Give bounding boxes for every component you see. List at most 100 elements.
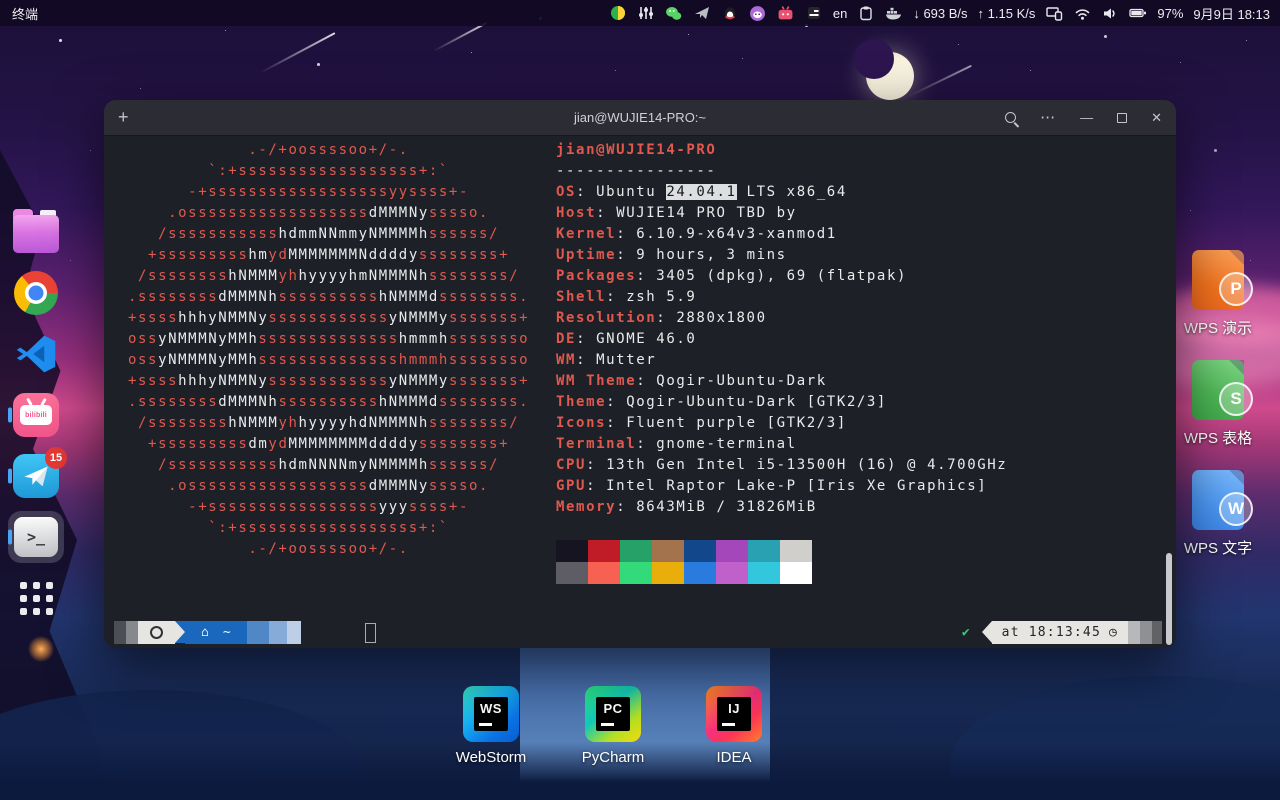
clock-icon: ◷ <box>1109 625 1118 640</box>
wps-spreadsheet-letter: S <box>1219 382 1253 416</box>
palette-swatch <box>620 562 652 584</box>
desktop-icon-label: IDEA <box>716 749 751 766</box>
maximize-button[interactable] <box>1117 113 1127 123</box>
telegram-tray-icon[interactable] <box>693 4 711 22</box>
bilibili-tray-icon[interactable] <box>777 4 795 22</box>
webstorm-icon: WS <box>463 686 519 742</box>
running-indicator <box>8 469 12 484</box>
qq-icon[interactable] <box>721 4 739 22</box>
net-up-speed: ↑ 1.15 K/s <box>978 6 1036 21</box>
color-palette <box>556 540 812 584</box>
desktop-icon-label: WPS 表格 <box>1184 427 1252 448</box>
desktop-icon-wps-presentation[interactable]: P WPS 演示 <box>1170 250 1266 338</box>
wps-presentation-icon: P <box>1192 250 1244 310</box>
wifi-icon[interactable] <box>1073 4 1091 22</box>
palette-swatch <box>652 562 684 584</box>
terminal-window: + jian@WUJIE14-PRO:~ ⋯ — ✕ .-/+oossssoo+… <box>104 100 1176 648</box>
clock-date[interactable]: 9月9日 18:13 <box>1193 4 1270 23</box>
files-icon <box>13 215 59 253</box>
prompt-time: at 18:13:45 <box>1002 625 1101 640</box>
running-indicator <box>8 530 12 545</box>
palette-swatch <box>780 540 812 562</box>
system-tray: en ↓ 693 B/s ↑ 1.15 K/s 97% 9月9日 18:13 <box>609 4 1270 23</box>
dock-item-chrome[interactable] <box>4 269 68 317</box>
palette-swatch <box>588 562 620 584</box>
input-method-label[interactable]: en <box>833 6 847 21</box>
close-button[interactable]: ✕ <box>1151 113 1162 123</box>
terminal-scrollbar[interactable] <box>1166 553 1172 645</box>
running-indicator <box>8 408 12 423</box>
dock-item-app-grid[interactable] <box>4 574 68 622</box>
palette-swatch <box>748 540 780 562</box>
desktop-icon-label: WPS 文字 <box>1184 537 1252 558</box>
pycharm-icon: PC <box>585 686 641 742</box>
webstorm-abbr: WS <box>474 697 508 731</box>
desktop-icon-label: PyCharm <box>582 749 645 766</box>
ascii-art: .-/+oossssoo+/-. `:+ssssssssssssssssss+:… <box>128 140 529 560</box>
terminal-cursor <box>365 623 376 643</box>
palette-swatch <box>748 562 780 584</box>
bilibili-icon: bilibili <box>13 393 59 437</box>
kdeconnect-icon[interactable] <box>1045 4 1063 22</box>
desktop-icon-label: WPS 演示 <box>1184 317 1252 338</box>
mixer-icon[interactable] <box>637 4 655 22</box>
battery-icon[interactable] <box>1129 4 1147 22</box>
desktop-icon-label: WebStorm <box>456 749 527 766</box>
palette-swatch <box>684 562 716 584</box>
desktop-icon-idea[interactable]: IJ IDEA <box>686 686 782 766</box>
wps-writer-icon: W <box>1192 470 1244 530</box>
lantern-glow <box>28 636 54 662</box>
net-down-speed: ↓ 693 B/s <box>913 6 967 21</box>
dock-item-terminal[interactable]: >_ <box>4 513 68 561</box>
active-app-highlight: >_ <box>8 511 64 563</box>
palette-swatch <box>780 562 812 584</box>
fcitx-icon[interactable] <box>805 4 823 22</box>
terminal-icon: >_ <box>14 517 58 557</box>
notification-badge: 15 <box>45 447 67 469</box>
search-icon[interactable] <box>1005 112 1016 123</box>
desktop-icon-pycharm[interactable]: PC PyCharm <box>565 686 661 766</box>
window-title: jian@WUJIE14-PRO:~ <box>574 110 706 125</box>
palette-swatch <box>716 562 748 584</box>
pycharm-abbr: PC <box>596 697 630 731</box>
dock: bilibili 15 >_ <box>4 208 68 622</box>
home-icon: ⌂ <box>201 625 209 640</box>
palette-swatch <box>588 540 620 562</box>
minimize-button[interactable]: — <box>1080 113 1093 123</box>
new-tab-button[interactable]: + <box>118 107 129 128</box>
desktop-icon-wps-spreadsheet[interactable]: S WPS 表格 <box>1170 360 1266 448</box>
color-wheel-icon[interactable] <box>609 4 627 22</box>
shell-prompt: ⌂ ~ ✔ at 18:13:45 ◷ <box>114 621 1162 644</box>
dock-item-vscode[interactable] <box>4 330 68 378</box>
face-app-icon[interactable] <box>749 4 767 22</box>
battery-percent[interactable]: 97% <box>1157 6 1183 21</box>
docker-icon[interactable] <box>885 4 903 22</box>
palette-swatch <box>684 540 716 562</box>
window-titlebar[interactable]: + jian@WUJIE14-PRO:~ ⋯ — ✕ <box>104 100 1176 136</box>
dock-item-files[interactable] <box>4 208 68 256</box>
idea-icon: IJ <box>706 686 762 742</box>
exit-status-ok: ✔ <box>962 625 970 640</box>
palette-swatch <box>556 562 588 584</box>
active-app-name[interactable]: 终端 <box>12 4 38 23</box>
dock-item-bilibili[interactable]: bilibili <box>4 391 68 439</box>
menu-button[interactable]: ⋯ <box>1040 113 1056 123</box>
telegram-icon: 15 <box>13 454 59 498</box>
wps-writer-letter: W <box>1219 492 1253 526</box>
volume-icon[interactable] <box>1101 4 1119 22</box>
palette-swatch <box>652 540 684 562</box>
chrome-icon <box>14 271 58 315</box>
current-path: ~ <box>223 625 231 640</box>
wps-presentation-letter: P <box>1219 272 1253 306</box>
palette-swatch <box>620 540 652 562</box>
desktop-icon-webstorm[interactable]: WS WebStorm <box>443 686 539 766</box>
palette-swatch <box>716 540 748 562</box>
clipboard-icon[interactable] <box>857 4 875 22</box>
dock-item-telegram[interactable]: 15 <box>4 452 68 500</box>
wechat-icon[interactable] <box>665 4 683 22</box>
desktop-icon-wps-writer[interactable]: W WPS 文字 <box>1170 470 1266 558</box>
neofetch-info: jian@WUJIE14-PRO----------------OS: Ubun… <box>556 140 1007 518</box>
ubuntu-logo-icon <box>150 626 163 639</box>
wps-spreadsheet-icon: S <box>1192 360 1244 420</box>
app-grid-icon <box>20 582 53 615</box>
